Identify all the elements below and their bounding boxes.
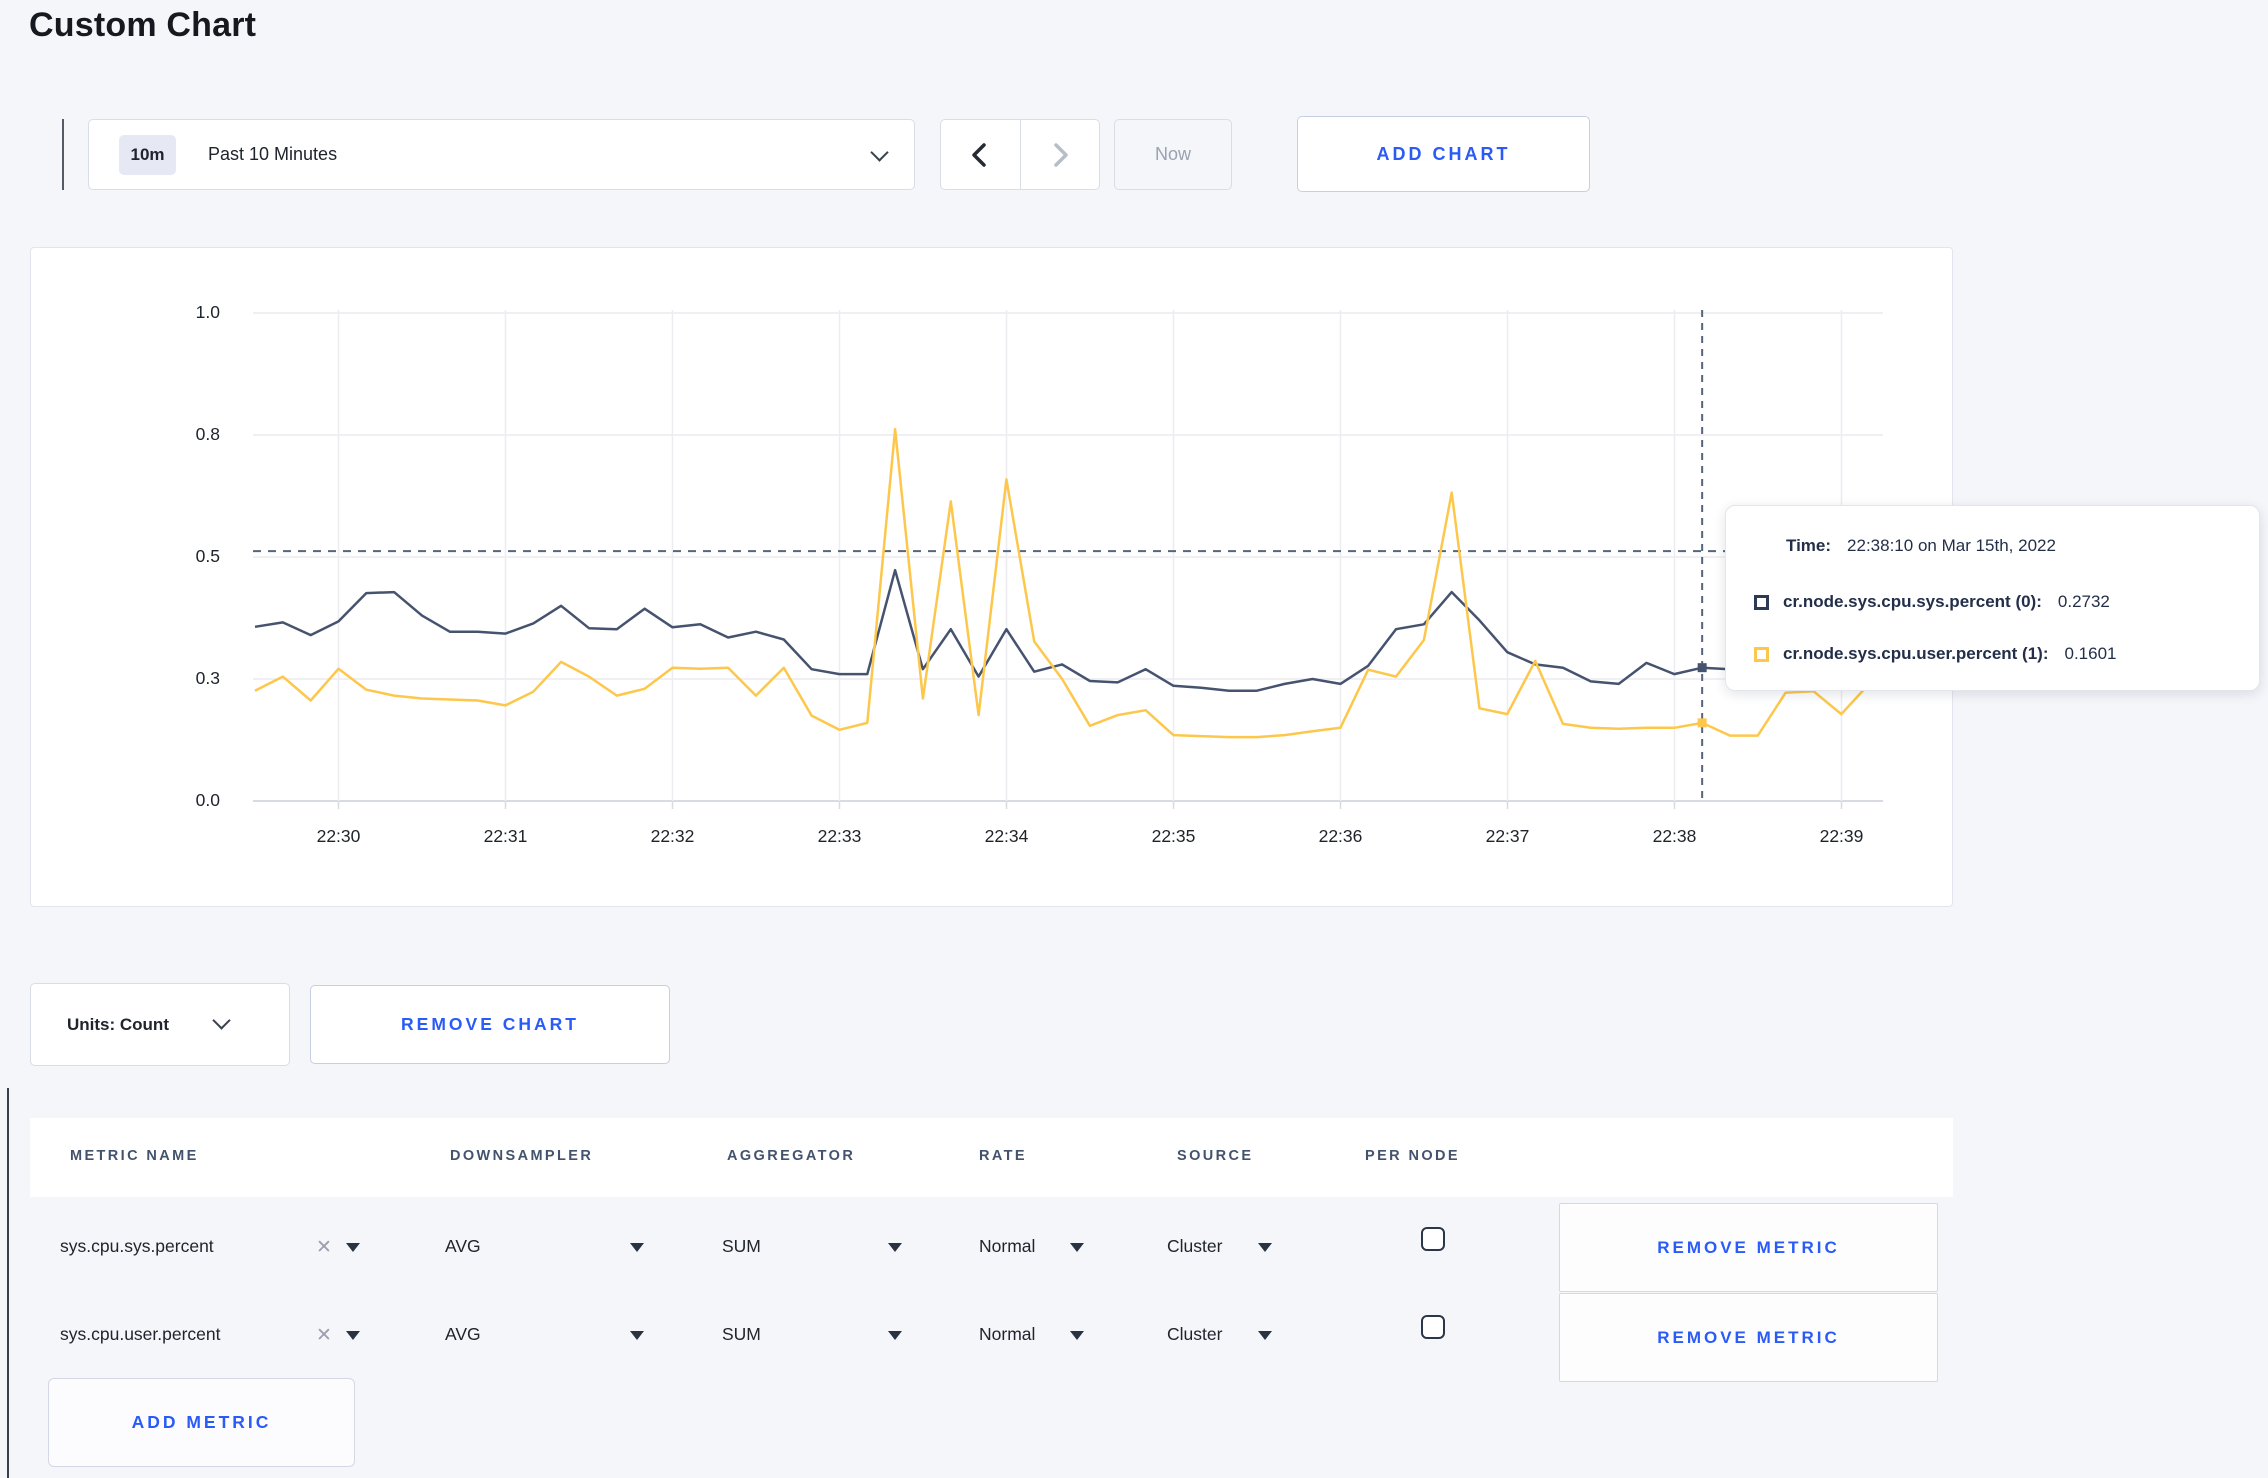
- tooltip-series-row: cr.node.sys.cpu.user.percent (1): 0.1601: [1754, 644, 2116, 664]
- tooltip-series-value: 0.2732: [2057, 592, 2110, 611]
- per-node-checkbox[interactable]: [1421, 1315, 1445, 1339]
- x-axis-tick: 22:36: [1318, 826, 1363, 846]
- aggregator-value[interactable]: SUM: [722, 1324, 761, 1345]
- remove-metric-button[interactable]: REMOVE METRIC: [1559, 1293, 1938, 1382]
- rate-caret-icon[interactable]: [1070, 1331, 1084, 1340]
- units-label: Units: Count: [67, 1014, 169, 1034]
- time-range-badge: 10m: [119, 134, 176, 175]
- tooltip-time-value: 22:38:10 on Mar 15th, 2022: [1847, 536, 2056, 555]
- remove-chart-button[interactable]: REMOVE CHART: [310, 985, 670, 1064]
- x-axis-tick: 22:35: [1151, 826, 1196, 846]
- metric-name-value[interactable]: sys.cpu.sys.percent: [60, 1236, 214, 1257]
- clear-metric-icon[interactable]: ✕: [316, 1324, 332, 1347]
- aggregator-value[interactable]: SUM: [722, 1236, 761, 1257]
- time-range-select[interactable]: 10m Past 10 Minutes: [88, 119, 915, 190]
- downsampler-caret-icon[interactable]: [630, 1331, 644, 1340]
- col-source: SOURCE: [1177, 1148, 1254, 1164]
- source-caret-icon[interactable]: [1258, 1243, 1272, 1252]
- downsampler-value[interactable]: AVG: [445, 1324, 481, 1345]
- add-chart-button[interactable]: ADD CHART: [1297, 116, 1590, 192]
- units-select[interactable]: Units: Count: [30, 983, 290, 1066]
- col-metric-name: METRIC NAME: [70, 1148, 199, 1164]
- x-axis-tick: 22:32: [650, 826, 695, 846]
- x-axis-tick: 22:39: [1819, 826, 1864, 846]
- page-left-edge-line: [7, 1088, 9, 1478]
- y-axis-tick: 1.0: [195, 302, 220, 322]
- x-axis-tick: 22:37: [1485, 826, 1530, 846]
- tooltip-series-value: 0.1601: [2064, 644, 2117, 663]
- source-value[interactable]: Cluster: [1167, 1236, 1222, 1257]
- chart-panel: [30, 247, 1953, 907]
- chevron-down-icon: [870, 143, 889, 162]
- y-axis-tick: 0.0: [195, 790, 220, 810]
- tooltip-series-row: cr.node.sys.cpu.sys.percent (0): 0.2732: [1754, 592, 2110, 612]
- downsampler-caret-icon[interactable]: [630, 1243, 644, 1252]
- tooltip-time-row: Time: 22:38:10 on Mar 15th, 2022: [1786, 536, 2056, 556]
- chart-hover-tooltip: Time: 22:38:10 on Mar 15th, 2022 cr.node…: [1725, 505, 2260, 691]
- per-node-checkbox[interactable]: [1421, 1227, 1445, 1251]
- tooltip-series-label: cr.node.sys.cpu.user.percent (1):: [1783, 644, 2049, 663]
- time-step-buttons: [940, 119, 1100, 190]
- col-per-node: PER NODE: [1365, 1148, 1460, 1164]
- x-axis-tick: 22:31: [483, 826, 528, 846]
- prev-time-button[interactable]: [941, 120, 1021, 189]
- metric-dropdown-caret-icon[interactable]: [346, 1243, 360, 1252]
- time-range-label: Past 10 Minutes: [208, 144, 338, 164]
- x-axis-tick: 22:34: [984, 826, 1029, 846]
- next-time-button[interactable]: [1021, 120, 1100, 189]
- y-axis-tick: 0.8: [195, 424, 220, 444]
- y-axis-tick: 0.5: [195, 546, 220, 566]
- y-axis-tick: 0.3: [195, 668, 220, 688]
- source-caret-icon[interactable]: [1258, 1331, 1272, 1340]
- source-value[interactable]: Cluster: [1167, 1324, 1222, 1345]
- x-axis-tick: 22:33: [817, 826, 862, 846]
- downsampler-value[interactable]: AVG: [445, 1236, 481, 1257]
- toolbar-divider: [62, 119, 64, 190]
- series-user-swatch-icon: [1754, 646, 1769, 662]
- tooltip-time-label: Time:: [1786, 536, 1832, 555]
- page-title: Custom Chart: [29, 6, 257, 44]
- now-button[interactable]: Now: [1114, 119, 1232, 190]
- metric-dropdown-caret-icon[interactable]: [346, 1331, 360, 1340]
- col-downsampler: DOWNSAMPLER: [450, 1148, 594, 1164]
- col-rate: RATE: [979, 1148, 1027, 1164]
- add-metric-button[interactable]: ADD METRIC: [48, 1378, 355, 1467]
- rate-value[interactable]: Normal: [979, 1236, 1035, 1257]
- clear-metric-icon[interactable]: ✕: [316, 1236, 332, 1259]
- rate-value[interactable]: Normal: [979, 1324, 1035, 1345]
- tooltip-series-label: cr.node.sys.cpu.sys.percent (0):: [1783, 592, 2042, 611]
- x-axis-tick: 22:38: [1652, 826, 1697, 846]
- metric-name-value[interactable]: sys.cpu.user.percent: [60, 1324, 221, 1345]
- chevron-right-icon: [1054, 142, 1068, 167]
- remove-metric-button[interactable]: REMOVE METRIC: [1559, 1203, 1938, 1292]
- aggregator-caret-icon[interactable]: [888, 1331, 902, 1340]
- aggregator-caret-icon[interactable]: [888, 1243, 902, 1252]
- rate-caret-icon[interactable]: [1070, 1243, 1084, 1252]
- col-aggregator: AGGREGATOR: [727, 1148, 856, 1164]
- series-sys-swatch-icon: [1754, 594, 1769, 610]
- chevron-left-icon: [972, 142, 986, 167]
- x-axis-tick: 22:30: [316, 826, 361, 846]
